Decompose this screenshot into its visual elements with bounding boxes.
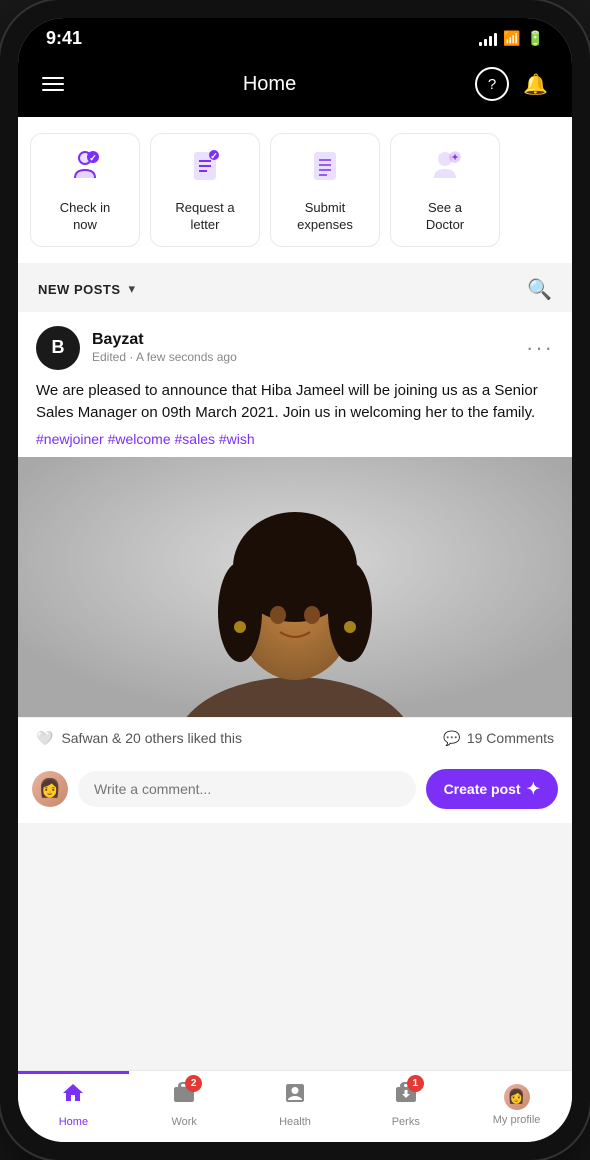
comment-input[interactable] <box>78 771 416 807</box>
phone-screen: 9:41 📶 🔋 Home ? 🔔 <box>18 18 572 1142</box>
nav-label-profile: My profile <box>493 1114 541 1126</box>
work-badge: 2 <box>185 1075 202 1092</box>
wifi-icon: 📶 <box>503 30 520 47</box>
nav-right: ? 🔔 <box>475 67 548 101</box>
action-submit-expenses[interactable]: Submitexpenses <box>270 133 380 247</box>
post-actions: 🤍 Safwan & 20 others liked this 💬 19 Com… <box>18 717 572 759</box>
nav-label-work: Work <box>171 1116 196 1128</box>
post-tags: #newjoiner #welcome #sales #wish <box>36 431 554 447</box>
status-icons: 📶 🔋 <box>479 30 544 47</box>
nav-label-perks: Perks <box>392 1116 420 1128</box>
help-button[interactable]: ? <box>475 67 509 101</box>
request-letter-label: Request aletter <box>175 200 234 234</box>
hamburger-menu[interactable] <box>42 77 64 91</box>
author-info: Bayzat Edited · A few seconds ago <box>92 331 237 364</box>
feed-section: NEW POSTS ▾ 🔍 B Bayzat Edited · A few se… <box>18 263 572 1070</box>
post-timestamp: Edited · A few seconds ago <box>92 350 237 364</box>
see-doctor-icon <box>427 148 463 192</box>
likes-text: Safwan & 20 others liked this <box>61 730 242 746</box>
profile-avatar: 👩 <box>504 1084 530 1110</box>
nav-label-home: Home <box>59 1116 88 1128</box>
submit-expenses-label: Submitexpenses <box>297 200 353 234</box>
request-letter-icon: ✓ <box>187 148 223 192</box>
comment-input-row: 👩 Create post ✦ <box>18 759 572 823</box>
work-icon: 2 <box>172 1081 196 1112</box>
quick-actions-bar: ✓ Check innow ✓ Request al <box>18 117 572 263</box>
nav-item-profile[interactable]: 👩 My profile <box>461 1071 572 1134</box>
feed-header: NEW POSTS ▾ 🔍 <box>18 263 572 312</box>
page-title: Home <box>243 73 296 96</box>
heart-icon: 🤍 <box>36 730 53 747</box>
status-time: 9:41 <box>46 28 82 49</box>
chevron-down-icon: ▾ <box>129 281 136 297</box>
nav-item-perks[interactable]: 1 Perks <box>350 1071 461 1134</box>
like-row[interactable]: 🤍 Safwan & 20 others liked this <box>36 730 242 747</box>
perks-badge: 1 <box>407 1075 424 1092</box>
commenter-avatar: 👩 <box>32 771 68 807</box>
home-icon <box>61 1081 85 1112</box>
perks-icon: 1 <box>394 1081 418 1112</box>
action-check-in[interactable]: ✓ Check innow <box>30 133 140 247</box>
post-header: B Bayzat Edited · A few seconds ago ··· <box>18 312 572 376</box>
bottom-nav: Home 2 Work Health 1 Perks <box>18 1070 572 1142</box>
search-icon[interactable]: 🔍 <box>527 277 552 302</box>
post-body: We are pleased to announce that Hiba Jam… <box>18 376 572 457</box>
feed-title-row[interactable]: NEW POSTS ▾ <box>38 281 135 297</box>
profile-icon: 👩 <box>504 1084 530 1110</box>
post-image <box>18 457 572 717</box>
comments-count: 19 Comments <box>467 730 554 746</box>
see-doctor-label: See aDoctor <box>426 200 464 234</box>
health-icon <box>283 1081 307 1112</box>
battery-icon: 🔋 <box>527 30 544 47</box>
nav-item-home[interactable]: Home <box>18 1071 129 1134</box>
nav-item-work[interactable]: 2 Work <box>129 1071 240 1134</box>
more-options-button[interactable]: ··· <box>526 335 554 361</box>
help-icon: ? <box>488 76 496 93</box>
author-name: Bayzat <box>92 331 237 349</box>
action-request-letter[interactable]: ✓ Request aletter <box>150 133 260 247</box>
sparkle-icon: ✦ <box>527 779 540 799</box>
signal-icon <box>479 32 497 46</box>
create-post-label: Create post <box>444 781 521 797</box>
svg-text:✓: ✓ <box>210 151 218 161</box>
submit-expenses-icon <box>307 148 343 192</box>
status-bar: 9:41 📶 🔋 <box>18 18 572 55</box>
action-see-doctor[interactable]: See aDoctor <box>390 133 500 247</box>
check-in-icon: ✓ <box>67 148 103 192</box>
nav-label-health: Health <box>279 1116 311 1128</box>
notification-bell-icon[interactable]: 🔔 <box>523 72 548 97</box>
feed-title: NEW POSTS <box>38 282 121 297</box>
phone-shell: 9:41 📶 🔋 Home ? 🔔 <box>0 0 590 1160</box>
svg-text:✓: ✓ <box>89 153 97 163</box>
nav-item-health[interactable]: Health <box>240 1071 351 1134</box>
post-author-row: B Bayzat Edited · A few seconds ago <box>36 326 237 370</box>
post-text: We are pleased to announce that Hiba Jam… <box>36 380 554 425</box>
post-card: B Bayzat Edited · A few seconds ago ··· … <box>18 312 572 823</box>
top-nav: Home ? 🔔 <box>18 55 572 117</box>
comment-icon: 💬 <box>443 730 460 747</box>
check-in-label: Check innow <box>60 200 111 234</box>
create-post-button[interactable]: Create post ✦ <box>426 769 558 809</box>
avatar: B <box>36 326 80 370</box>
comment-row[interactable]: 💬 19 Comments <box>443 730 554 747</box>
